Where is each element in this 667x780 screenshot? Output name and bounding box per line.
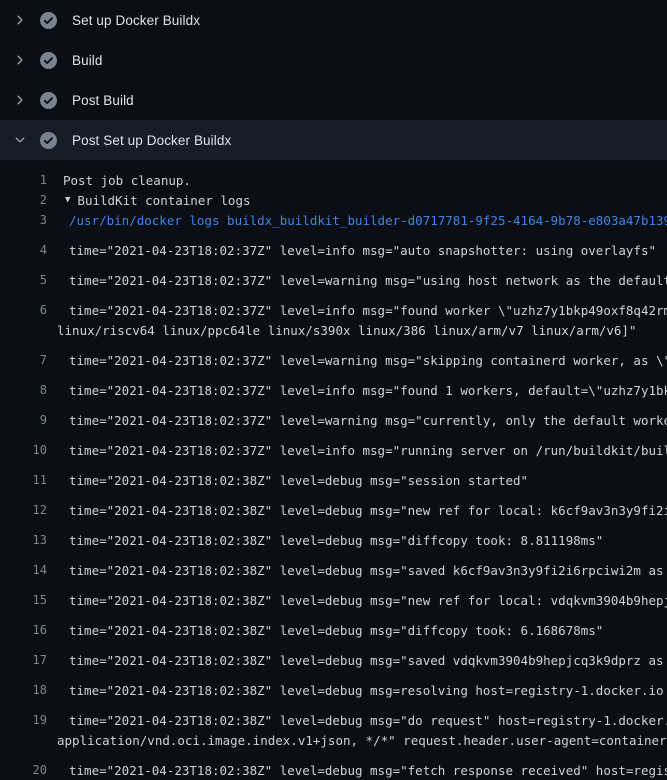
log-line: 6 time="2021-04-23T18:02:37Z" level=info… [0,290,667,320]
line-number[interactable]: 10 [0,443,47,457]
step-label: Set up Docker Buildx [72,13,200,28]
log-line: 18 time="2021-04-23T18:02:38Z" level=deb… [0,670,667,700]
log-line: 4 time="2021-04-23T18:02:37Z" level=info… [0,230,667,260]
log-text: time="2021-04-23T18:02:38Z" level=debug … [47,713,667,728]
log-line: 16 time="2021-04-23T18:02:38Z" level=deb… [0,610,667,640]
line-number[interactable]: 1 [0,173,47,187]
log-text: time="2021-04-23T18:02:37Z" level=info m… [47,303,667,318]
line-number[interactable]: 17 [0,653,47,667]
line-number[interactable]: 14 [0,563,47,577]
log-line: 7 time="2021-04-23T18:02:37Z" level=warn… [0,340,667,370]
log-line: 17 time="2021-04-23T18:02:38Z" level=deb… [0,640,667,670]
line-number[interactable]: 3 [0,213,47,227]
line-number[interactable]: 19 [0,713,47,727]
log-line: 8 time="2021-04-23T18:02:37Z" level=info… [0,370,667,400]
log-text: time="2021-04-23T18:02:38Z" level=debug … [47,763,667,778]
log-line: 15 time="2021-04-23T18:02:38Z" level=deb… [0,580,667,610]
check-circle-icon [40,92,57,109]
log-text: time="2021-04-23T18:02:37Z" level=warnin… [47,413,667,428]
log-line: 9 time="2021-04-23T18:02:37Z" level=warn… [0,400,667,430]
log-line: 11 time="2021-04-23T18:02:38Z" level=deb… [0,460,667,490]
log-line: 14 time="2021-04-23T18:02:38Z" level=deb… [0,550,667,580]
line-number[interactable]: 5 [0,273,47,287]
log-text: time="2021-04-23T18:02:38Z" level=debug … [47,683,664,698]
step-label: Post Set up Docker Buildx [72,133,231,148]
line-number[interactable]: 6 [0,303,47,317]
chevron-down-icon[interactable] [12,132,28,148]
log-line: linux/riscv64 linux/ppc64le linux/s390x … [0,320,667,340]
line-number[interactable]: 20 [0,763,47,777]
log-text: time="2021-04-23T18:02:37Z" level=info m… [47,243,656,258]
check-circle-icon [40,12,57,29]
line-number[interactable]: 16 [0,623,47,637]
log-text: time="2021-04-23T18:02:38Z" level=debug … [47,563,667,578]
log-line: 3 /usr/bin/docker logs buildx_buildkit_b… [0,210,667,230]
log-text: time="2021-04-23T18:02:37Z" level=info m… [47,443,667,458]
log-text: time="2021-04-23T18:02:38Z" level=debug … [47,503,667,518]
line-number[interactable]: 15 [0,593,47,607]
line-number[interactable]: 4 [0,243,47,257]
steps-list: Set up Docker Buildx Build P [0,0,667,160]
log-line: 1 Post job cleanup. [0,170,667,190]
step-label: Post Build [72,93,134,108]
step-header[interactable]: Post Set up Docker Buildx [0,120,667,160]
log-text: time="2021-04-23T18:02:37Z" level=warnin… [47,273,667,288]
line-number[interactable]: 18 [0,683,47,697]
check-circle-icon [40,132,57,149]
step-label: Build [72,53,103,68]
log-text: time="2021-04-23T18:02:37Z" level=info m… [47,383,667,398]
log-text: Post job cleanup. [47,173,191,188]
check-circle-icon [40,52,57,69]
chevron-right-icon[interactable] [12,92,28,108]
line-number[interactable]: 12 [0,503,47,517]
group-collapse-triangle-icon[interactable]: ▼ [47,195,70,205]
log-line: 10 time="2021-04-23T18:02:37Z" level=inf… [0,430,667,460]
command-text: /usr/bin/docker logs buildx_buildkit_bui… [47,213,667,228]
log-line: application/vnd.oci.image.index.v1+json,… [0,730,667,750]
line-number[interactable]: 2 [0,193,47,207]
log-text: time="2021-04-23T18:02:38Z" level=debug … [47,473,528,488]
log-text: time="2021-04-23T18:02:38Z" level=debug … [47,593,667,608]
line-number[interactable]: 8 [0,383,47,397]
log-line: 19 time="2021-04-23T18:02:38Z" level=deb… [0,700,667,730]
line-number[interactable]: 7 [0,353,47,367]
log-text: application/vnd.oci.image.index.v1+json,… [47,733,667,748]
log-line: 5 time="2021-04-23T18:02:37Z" level=warn… [0,260,667,290]
log-viewer: 1 Post job cleanup. 2 ▼BuildKit containe… [0,160,667,780]
step-header[interactable]: Post Build [0,80,667,120]
log-text: time="2021-04-23T18:02:37Z" level=warnin… [47,353,667,368]
log-text: linux/riscv64 linux/ppc64le linux/s390x … [47,323,636,338]
chevron-right-icon[interactable] [12,52,28,68]
log-text: BuildKit container logs [70,193,250,208]
line-number[interactable]: 9 [0,413,47,427]
line-number[interactable]: 11 [0,473,47,487]
log-line: 20 time="2021-04-23T18:02:38Z" level=deb… [0,750,667,780]
log-text: time="2021-04-23T18:02:38Z" level=debug … [47,653,667,668]
step-header[interactable]: Build [0,40,667,80]
log-group-toggle[interactable]: 2 ▼BuildKit container logs [0,190,667,210]
step-header[interactable]: Set up Docker Buildx [0,0,667,40]
log-text: time="2021-04-23T18:02:38Z" level=debug … [47,623,603,638]
line-number[interactable]: 13 [0,533,47,547]
chevron-right-icon[interactable] [12,12,28,28]
log-line: 12 time="2021-04-23T18:02:38Z" level=deb… [0,490,667,520]
log-line: 13 time="2021-04-23T18:02:38Z" level=deb… [0,520,667,550]
log-text: time="2021-04-23T18:02:38Z" level=debug … [47,533,603,548]
